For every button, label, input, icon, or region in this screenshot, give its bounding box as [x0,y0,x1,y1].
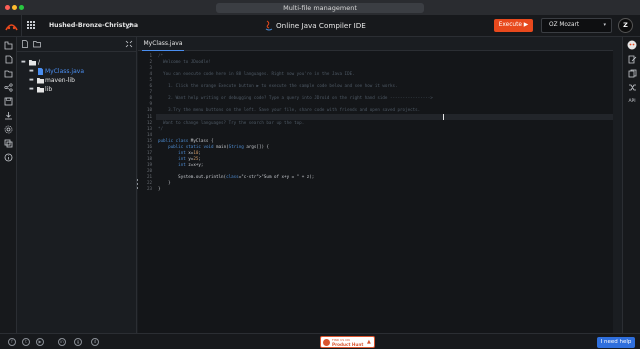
download-icon[interactable] [4,111,13,120]
left-rail [0,37,17,333]
file-icon [38,68,43,75]
product-hunt-badge[interactable]: FIND US ON Product Hunt ▲ [320,336,375,348]
maximize-window-icon[interactable] [19,5,24,10]
code-line: 3.Try the menu buttons on the left. Save… [158,107,421,113]
jdoodle-logo-icon[interactable] [4,19,19,33]
ide-title: Online Java Compiler IDE [276,21,366,30]
copy-icon[interactable] [4,139,13,148]
line-number-gutter: 1 2 3 4 5 6 7 8 9 10 11 12 13 14 15 16 17 18 19 20 21 22 23 [138,53,156,333]
edit-document-icon[interactable] [628,55,637,64]
tree-item-lib[interactable]: ▬ lib [29,85,129,94]
new-folder-icon[interactable] [33,40,41,48]
collapse-arrow-icon: ▬ [21,59,26,65]
code-line: 2. Want help writing or debugging code? … [158,95,433,101]
language-selected-label: OZ Mozart [549,22,580,28]
bullet-icon: ▬ [29,86,34,92]
os-title-bar: Multi-file management [0,0,640,15]
minimize-window-icon[interactable] [12,5,17,10]
tree-item-label: maven-lib [45,77,75,84]
code-area[interactable]: /* Welcome to JDoodle! You can execute c… [158,53,613,333]
text-cursor [443,114,444,120]
app-header: Hushed-Bronze-Christyna Online Java Comp… [0,15,640,37]
code-line: You can execute code here in 88 language… [158,71,355,77]
collapse-icon[interactable] [125,40,133,48]
youtube-icon[interactable]: ▶ [36,338,44,346]
open-folder-icon[interactable] [4,69,13,78]
code-line: int z=x+y; [178,161,204,167]
shuffle-icon[interactable] [628,83,637,92]
close-window-icon[interactable] [5,5,10,10]
tree-root-label: / [38,59,41,66]
code-line: Welcome to JDoodle! [158,59,211,65]
product-hunt-name: Product Hunt [332,342,364,347]
linkedin-icon[interactable]: in [58,338,66,346]
code-line: System.out.println(class="c-str">"Sum of… [158,174,315,179]
upvote-icon: ▲ [367,339,371,345]
new-file-icon[interactable] [4,55,13,64]
code-editor[interactable]: MyClass.java 1 2 3 4 5 6 7 8 9 10 11 12 13 14 15 16 17 18… [138,37,613,333]
share-icon[interactable] [4,83,13,92]
file-panel: ▬ / ▬ MyClass.java ▬ maven-lib ▬ lib [17,37,137,333]
settings-gear-icon[interactable] [4,125,13,134]
window-title: Multi-file management [216,3,424,13]
right-rail: API [622,37,640,333]
api-label[interactable]: API [627,99,637,105]
discord-icon[interactable]: d [91,338,99,346]
apps-grid-icon[interactable] [27,21,35,29]
chevron-down-icon: ▾ [603,22,606,28]
tab-myclass-java[interactable]: MyClass.java [142,37,184,51]
twitter-icon[interactable]: t [22,338,30,346]
line-number: 23 [146,186,152,192]
project-name[interactable]: Hushed-Bronze-Christyna [49,21,138,31]
code-line: Want to change languages? Try the search… [158,119,305,125]
code-line: } [158,186,161,192]
file-tree-icon[interactable] [4,41,13,50]
code-line: 1. Click the orange Execute button ▶ to … [158,83,398,89]
github-icon[interactable]: g [74,338,82,346]
new-file-icon[interactable] [21,40,29,48]
java-icon [265,20,273,31]
user-avatar[interactable]: Z [618,18,633,33]
execute-button[interactable]: Execute ▶ [494,19,533,32]
tree-item-label: MyClass.java [45,68,84,75]
folder-icon [37,78,44,84]
jdroid-assistant-icon[interactable] [627,40,637,50]
footer: f t ▶ in g d FIND US ON Product Hunt ▲ I… [0,333,640,349]
editor-tab-bar: MyClass.java [138,37,613,51]
facebook-icon[interactable]: f [8,338,16,346]
tree-root[interactable]: ▬ / [21,58,121,67]
product-hunt-logo-icon [323,339,330,346]
tree-item-myclass-java[interactable]: ▬ MyClass.java [29,67,129,76]
folder-icon [37,87,44,93]
code-line: */ [158,125,164,131]
file-panel-toolbar [17,37,137,52]
language-select[interactable]: OZ Mozart ▾ [541,18,612,33]
help-button[interactable]: I need help [597,337,635,348]
bullet-icon: ▬ [29,68,34,74]
folder-icon [29,60,36,66]
info-icon[interactable] [4,153,13,162]
bullet-icon: ▬ [29,77,34,83]
save-icon[interactable] [4,97,13,106]
tree-item-label: lib [45,86,53,93]
tree-item-maven-lib[interactable]: ▬ maven-lib [29,76,129,85]
copy-output-icon[interactable] [628,69,637,78]
edit-project-name-icon[interactable] [126,22,133,29]
header-divider [21,15,22,37]
